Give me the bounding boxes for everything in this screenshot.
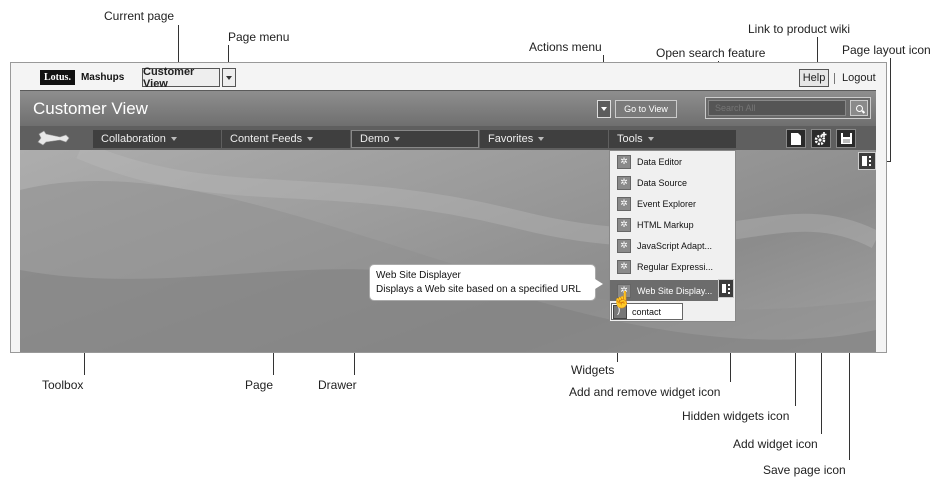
callout-page: Page <box>245 378 274 392</box>
page-header: Customer View Go to View <box>20 90 876 126</box>
logo-lotus: Lotus. <box>40 70 75 85</box>
widget-item-label: Event Explorer <box>637 198 697 209</box>
page-canvas[interactable] <box>20 150 876 352</box>
background-swirl <box>20 150 876 352</box>
gear-icon: ✲ <box>617 175 631 190</box>
callout-add-widget: Add widget icon <box>733 437 818 451</box>
add-widget-button[interactable] <box>811 129 831 148</box>
callout-hidden-widgets: Hidden widgets icon <box>682 409 790 423</box>
callout-current-page: Current page <box>104 9 175 23</box>
hand-cursor-icon: ☝ <box>612 292 632 309</box>
callout-toolbox: Toolbox <box>42 378 84 392</box>
chevron-down-icon <box>647 137 654 141</box>
page-title: Customer View <box>33 99 148 118</box>
drawer-tab-label: Tools <box>617 133 643 145</box>
chevron-down-icon <box>226 75 232 80</box>
annotated-screenshot: Current page Page menu Actions menu Open… <box>0 0 943 480</box>
widget-item-event-explorer[interactable]: ✲ Event Explorer <box>610 193 735 214</box>
callout-widgets: Widgets <box>571 363 615 377</box>
gear-icon: ✲ <box>617 259 631 274</box>
leader-line <box>178 25 179 67</box>
widget-item-label: JavaScript Adapt... <box>637 240 713 251</box>
actions-menu-button[interactable] <box>597 100 611 118</box>
floppy-disk-icon <box>840 133 852 144</box>
gear-icon: ✲ <box>617 154 631 169</box>
gear-icon: ✲ <box>617 217 631 232</box>
layout-columns-icon <box>722 284 730 294</box>
callout-drawer: Drawer <box>318 378 357 392</box>
callout-page-menu: Page menu <box>228 30 290 44</box>
widget-item-regular-expression[interactable]: ✲ Regular Expressi... <box>610 256 735 277</box>
hidden-widgets-button[interactable] <box>786 129 806 148</box>
search-button[interactable] <box>850 100 868 116</box>
chevron-down-icon <box>394 137 401 141</box>
callout-product-wiki: Link to product wiki <box>748 22 851 36</box>
callout-save-page: Save page icon <box>763 463 846 477</box>
drawer-tab-label: Content Feeds <box>230 133 303 145</box>
widget-item-javascript-adapter[interactable]: ✲ JavaScript Adapt... <box>610 235 735 256</box>
widget-item-label: Data Editor <box>637 156 683 167</box>
widget-item-data-source[interactable]: ✲ Data Source <box>610 172 735 193</box>
search-box <box>705 97 871 119</box>
help-link[interactable]: Help <box>799 69 829 87</box>
widget-item-label: HTML Markup <box>637 219 694 230</box>
widget-item-label: Data Source <box>637 177 688 188</box>
page-icon <box>791 132 801 145</box>
save-page-button[interactable] <box>836 129 856 148</box>
contact-label: contact <box>632 306 662 317</box>
widget-item-label: Regular Expressi... <box>637 261 714 272</box>
toolbar: Collaboration Content Feeds Demo Favorit… <box>20 126 876 150</box>
widget-tooltip: Web Site Displayer Displays a Web site b… <box>369 264 603 301</box>
drawer-tab-demo[interactable]: Demo <box>351 130 479 148</box>
tooltip-description: Displays a Web site based on a specified… <box>376 284 581 295</box>
gear-icon: ✲ <box>617 196 631 211</box>
wrench-icon[interactable] <box>36 130 70 146</box>
go-to-view-button[interactable]: Go to View <box>615 100 677 118</box>
search-icon <box>855 104 863 112</box>
callout-open-search: Open search feature <box>656 46 766 60</box>
divider <box>834 73 835 84</box>
drawer-tab-label: Demo <box>360 133 390 145</box>
drawer-tab-label: Collaboration <box>101 133 166 145</box>
widget-item-label: Web Site Display... <box>637 285 713 296</box>
widget-item-data-editor[interactable]: ✲ Data Editor <box>610 151 735 172</box>
drawer-tab-favorites[interactable]: Favorites <box>480 130 608 148</box>
logout-link[interactable]: Logout <box>842 72 876 84</box>
gear-icon: ✲ <box>617 238 631 253</box>
callout-add-remove-widget: Add and remove widget icon <box>569 385 721 399</box>
chevron-down-icon <box>538 137 545 141</box>
chevron-down-icon <box>307 137 314 141</box>
drawer-tab-content-feeds[interactable]: Content Feeds <box>222 130 350 148</box>
drawer-tab-collaboration[interactable]: Collaboration <box>93 130 221 148</box>
gear-plus-icon <box>814 132 827 146</box>
chevron-down-icon <box>601 107 607 111</box>
layout-columns-icon <box>862 156 871 166</box>
current-page-select[interactable]: Customer View <box>142 66 220 90</box>
page-layout-button[interactable] <box>858 152 876 170</box>
drawer-tab-tools[interactable]: Tools <box>609 130 736 148</box>
tooltip-title: Web Site Displayer <box>376 270 461 281</box>
callout-actions-menu: Actions menu <box>529 40 602 54</box>
add-remove-widget-button[interactable] <box>718 279 734 298</box>
leader-line <box>890 58 891 162</box>
logo-mashups: Mashups <box>80 72 125 83</box>
widget-item-html-markup[interactable]: ✲ HTML Markup <box>610 214 735 235</box>
search-input[interactable] <box>708 100 846 116</box>
callout-page-layout-icon: Page layout icon <box>842 43 931 57</box>
chevron-down-icon <box>170 137 177 141</box>
product-logo: Lotus. Mashups <box>40 69 124 86</box>
drawer-tab-label: Favorites <box>488 133 534 145</box>
page-menu-button[interactable] <box>222 68 236 87</box>
